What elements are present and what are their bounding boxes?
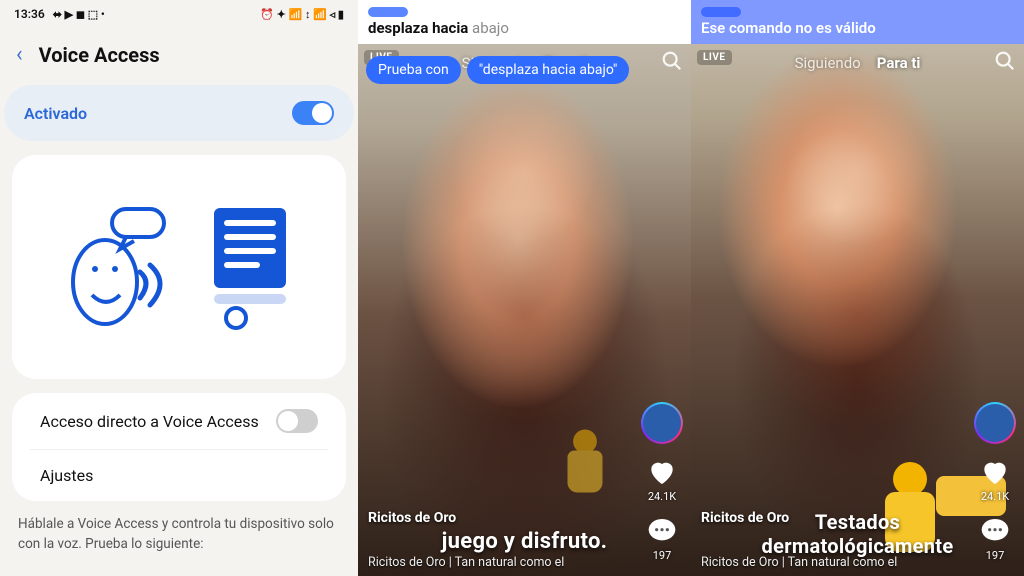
top-tabs: Siguiendo Para ti <box>691 48 1024 78</box>
author-name[interactable]: Ricitos de Oro <box>701 510 789 526</box>
shortcut-label: Acceso directo a Voice Access <box>40 412 259 431</box>
comment-icon <box>646 515 678 547</box>
author-avatar[interactable] <box>641 402 683 444</box>
settings-list: Acceso directo a Voice Access Ajustes <box>12 393 346 501</box>
right-rail: 24.1K 197 <box>639 402 685 562</box>
status-time: 13:36 <box>14 7 45 21</box>
right-rail: 24.1K 197 <box>972 402 1018 562</box>
activated-toggle[interactable] <box>292 101 334 125</box>
like-button[interactable]: 24.1K <box>646 456 678 503</box>
author-avatar[interactable] <box>974 402 1016 444</box>
heart-icon <box>646 456 678 488</box>
voice-access-bar[interactable]: Ese comando no es válido <box>691 0 1024 44</box>
voice-transcript: desplaza hacia abajo <box>368 19 681 37</box>
tiktok-screen-b: Ese comando no es válido LIVE Siguiendo … <box>691 0 1024 576</box>
voice-listening-icon <box>368 7 408 17</box>
heart-icon <box>979 456 1011 488</box>
settings-screen: 13:36 ⬌ ▶ ◼ ⬚ • ⏰ ✦ 📶 ↕ 📶 ◃ ▮ ‹ Voice Ac… <box>0 0 358 576</box>
settings-row[interactable]: Ajustes <box>20 450 338 501</box>
illustration-card <box>12 155 346 379</box>
status-bar: 13:36 ⬌ ▶ ◼ ⬚ • ⏰ ✦ 📶 ↕ 📶 ◃ ▮ <box>0 0 358 28</box>
product-bottle <box>565 430 604 493</box>
header: ‹ Voice Access <box>0 28 358 85</box>
voice-face-icon <box>60 197 180 337</box>
scroll-list-icon <box>208 202 298 332</box>
settings-label: Ajustes <box>40 466 93 485</box>
like-button[interactable]: 24.1K <box>979 456 1011 503</box>
comment-button[interactable]: 197 <box>979 515 1011 562</box>
tab-following[interactable]: Siguiendo <box>795 54 861 72</box>
back-icon[interactable]: ‹ <box>16 42 23 67</box>
activated-label: Activado <box>24 104 87 123</box>
comment-count: 197 <box>986 549 1005 562</box>
like-count: 24.1K <box>981 490 1009 503</box>
comment-button[interactable]: 197 <box>646 515 678 562</box>
shortcut-row[interactable]: Acceso directo a Voice Access <box>20 393 338 449</box>
author-name[interactable]: Ricitos de Oro <box>368 510 456 526</box>
comment-icon <box>979 515 1011 547</box>
comment-count: 197 <box>653 549 672 562</box>
status-right-icons: ⏰ ✦ 📶 ↕ 📶 ◃ ▮ <box>260 8 344 21</box>
tab-foryou[interactable]: Para ti <box>877 54 921 72</box>
video-description[interactable]: Ricitos de Oro | Tan natural como el <box>368 555 564 570</box>
voice-error: Ese comando no es válido <box>701 19 1014 37</box>
status-left-icons: ⬌ ▶ ◼ ⬚ • <box>53 8 105 21</box>
shortcut-toggle[interactable] <box>276 409 318 433</box>
voice-access-bar[interactable]: desplaza hacia abajo <box>358 0 691 44</box>
voice-hint: Prueba con "desplaza hacia abajo" <box>366 56 629 84</box>
footnote: Háblale a Voice Access y controla tu dis… <box>0 501 358 554</box>
hint-prefix[interactable]: Prueba con <box>366 56 461 84</box>
voice-listening-icon <box>701 7 741 17</box>
video-description[interactable]: Ricitos de Oro | Tan natural como el <box>701 555 897 570</box>
search-icon[interactable] <box>994 50 1016 72</box>
activated-row[interactable]: Activado <box>4 85 354 141</box>
tiktok-screen-a: desplaza hacia abajo LIVE Siguiendo Para… <box>358 0 691 576</box>
page-title: Voice Access <box>39 43 160 67</box>
search-icon[interactable] <box>661 50 683 72</box>
like-count: 24.1K <box>648 490 676 503</box>
hint-command[interactable]: "desplaza hacia abajo" <box>467 56 630 84</box>
